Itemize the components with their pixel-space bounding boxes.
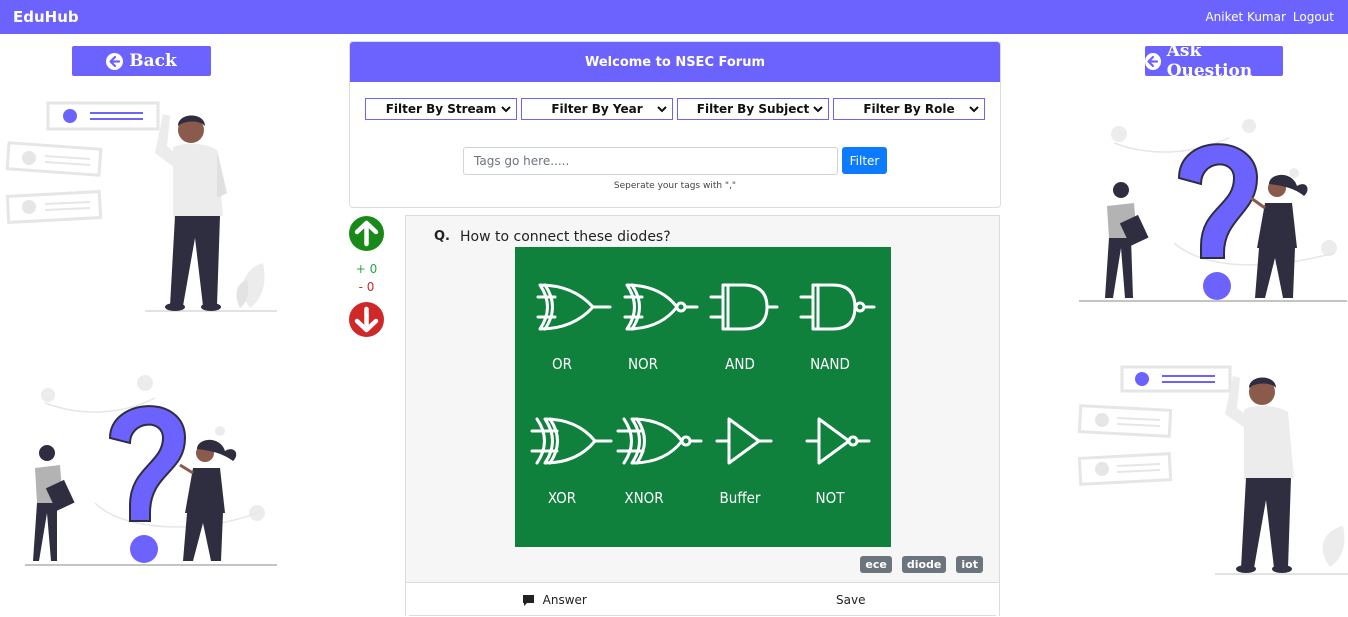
forum-title: Welcome to NSEC Forum bbox=[350, 42, 1000, 82]
ask-question-button-label: Ask Question bbox=[1166, 41, 1253, 81]
arrow-down-icon bbox=[354, 306, 379, 333]
question-title[interactable]: Q. How to connect these diodes? bbox=[434, 229, 671, 245]
filter-year-select[interactable]: Filter By Year bbox=[521, 98, 673, 120]
tag-badge[interactable]: ece bbox=[860, 556, 892, 573]
question-number: Q. bbox=[434, 229, 450, 244]
comment-icon bbox=[522, 594, 534, 606]
question-text: How to connect these diodes? bbox=[460, 229, 671, 245]
filter-button[interactable]: Filter bbox=[842, 147, 887, 174]
filter-dropdowns: Filter By Stream Filter By Year Filter B… bbox=[365, 98, 985, 120]
gate-label-not: NOT bbox=[816, 489, 846, 507]
tags-hint: Seperate your tags with "," bbox=[613, 181, 737, 191]
gate-label-xor: XOR bbox=[548, 489, 576, 507]
forum-filter-card: Welcome to NSEC Forum Filter By Stream F… bbox=[349, 41, 1001, 208]
brand-logo[interactable]: EduHub bbox=[13, 8, 79, 26]
back-button[interactable]: Back bbox=[72, 46, 211, 76]
downvote-button[interactable] bbox=[349, 302, 384, 337]
tags-filter-row: Tags go here..... Filter bbox=[463, 147, 887, 175]
filter-role-label: Filter By Role bbox=[863, 102, 955, 116]
ask-question-button[interactable]: Ask Question bbox=[1145, 41, 1283, 81]
question-actions: Answer Save bbox=[406, 582, 999, 617]
arrow-up-icon bbox=[354, 220, 379, 247]
arrow-left-circle-icon bbox=[106, 52, 124, 70]
top-navbar: EduHub Aniket Kumar Logout bbox=[0, 0, 1348, 34]
logout-link[interactable]: Logout bbox=[1293, 10, 1334, 24]
downvote-count: - 0 bbox=[358, 280, 375, 294]
filter-subject-label: Filter By Subject bbox=[696, 102, 810, 116]
save-button[interactable]: Save bbox=[703, 583, 1000, 617]
filter-subject-select[interactable]: Filter By Subject bbox=[677, 98, 829, 120]
answer-button-label: Answer bbox=[542, 593, 587, 607]
arrow-left-circle-icon bbox=[1145, 52, 1161, 70]
chevron-down-icon bbox=[657, 106, 667, 113]
gate-label-and: AND bbox=[725, 355, 755, 373]
upvote-count: + 0 bbox=[355, 262, 378, 276]
back-button-label: Back bbox=[129, 51, 177, 71]
filter-stream-select[interactable]: Filter By Stream bbox=[365, 98, 517, 120]
gate-label-xnor: XNOR bbox=[624, 489, 663, 507]
question-mark-illustration-right bbox=[1079, 119, 1347, 302]
chevron-down-icon bbox=[813, 106, 823, 113]
question-mark-illustration bbox=[25, 375, 277, 566]
user-name-link[interactable]: Aniket Kumar bbox=[1205, 10, 1285, 24]
filter-stream-label: Filter By Stream bbox=[385, 102, 497, 116]
person-presenting-illustration bbox=[5, 101, 277, 312]
filter-role-select[interactable]: Filter By Role bbox=[833, 98, 985, 120]
gate-label-buffer: Buffer bbox=[720, 489, 761, 507]
answer-button[interactable]: Answer bbox=[406, 583, 703, 617]
nav-user-links: Aniket Kumar Logout bbox=[1205, 10, 1334, 24]
gate-label-nor: NOR bbox=[628, 355, 658, 373]
chevron-down-icon bbox=[501, 106, 511, 113]
question-tags: ece diode iot bbox=[860, 556, 983, 573]
question-card: Q. How to connect these diodes? OR NOR A… bbox=[405, 215, 1000, 617]
upvote-button[interactable] bbox=[349, 216, 384, 251]
chevron-down-icon bbox=[969, 106, 979, 113]
tags-input[interactable]: Tags go here..... bbox=[463, 147, 838, 175]
logic-gates-image: OR NOR AND NAND XOR XNOR Buffer NOT bbox=[515, 247, 891, 547]
person-presenting-illustration-right bbox=[1077, 365, 1348, 575]
tag-badge[interactable]: iot bbox=[956, 556, 983, 573]
gate-label-nand: NAND bbox=[810, 355, 850, 373]
gate-label-or: OR bbox=[552, 355, 572, 373]
filter-year-label: Filter By Year bbox=[551, 102, 643, 116]
save-button-label: Save bbox=[836, 593, 866, 607]
tag-badge[interactable]: diode bbox=[901, 556, 947, 573]
